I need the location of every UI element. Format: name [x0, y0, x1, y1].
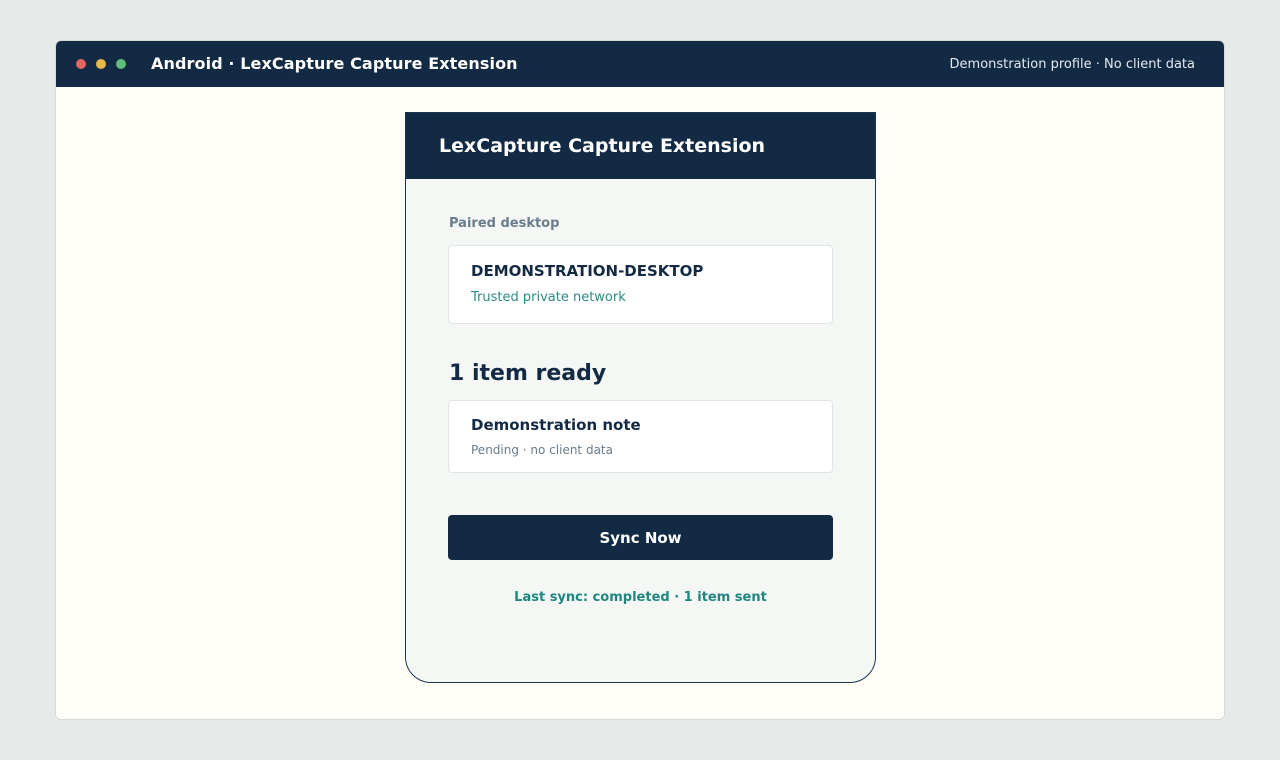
window-titlebar: Android · LexCapture Capture Extension D…	[56, 41, 1224, 87]
list-item[interactable]: Demonstration note Pending · no client d…	[448, 400, 833, 473]
paired-desktop-card: DEMONSTRATION-DESKTOP Trusted private ne…	[448, 245, 833, 324]
minimize-dot-icon[interactable]	[96, 59, 106, 69]
app-window: Android · LexCapture Capture Extension D…	[55, 40, 1225, 720]
app-title: LexCapture Capture Extension	[439, 135, 766, 157]
window-title: Android · LexCapture Capture Extension	[151, 54, 518, 73]
item-title: Demonstration note	[471, 416, 641, 434]
close-dot-icon[interactable]	[76, 59, 86, 69]
desktop-name: DEMONSTRATION-DESKTOP	[471, 262, 704, 280]
maximize-dot-icon[interactable]	[116, 59, 126, 69]
sync-now-button[interactable]: Sync Now	[448, 515, 833, 560]
network-status: Trusted private network	[471, 290, 626, 305]
profile-status: Demonstration profile · No client data	[949, 57, 1195, 72]
items-ready-heading: 1 item ready	[449, 361, 607, 386]
app-header: LexCapture Capture Extension	[406, 113, 875, 179]
last-sync-status: Last sync: completed · 1 item sent	[514, 590, 767, 605]
phone-frame: LexCapture Capture Extension Paired desk…	[405, 112, 876, 683]
paired-desktop-label: Paired desktop	[449, 216, 560, 231]
item-status: Pending · no client data	[471, 443, 613, 457]
